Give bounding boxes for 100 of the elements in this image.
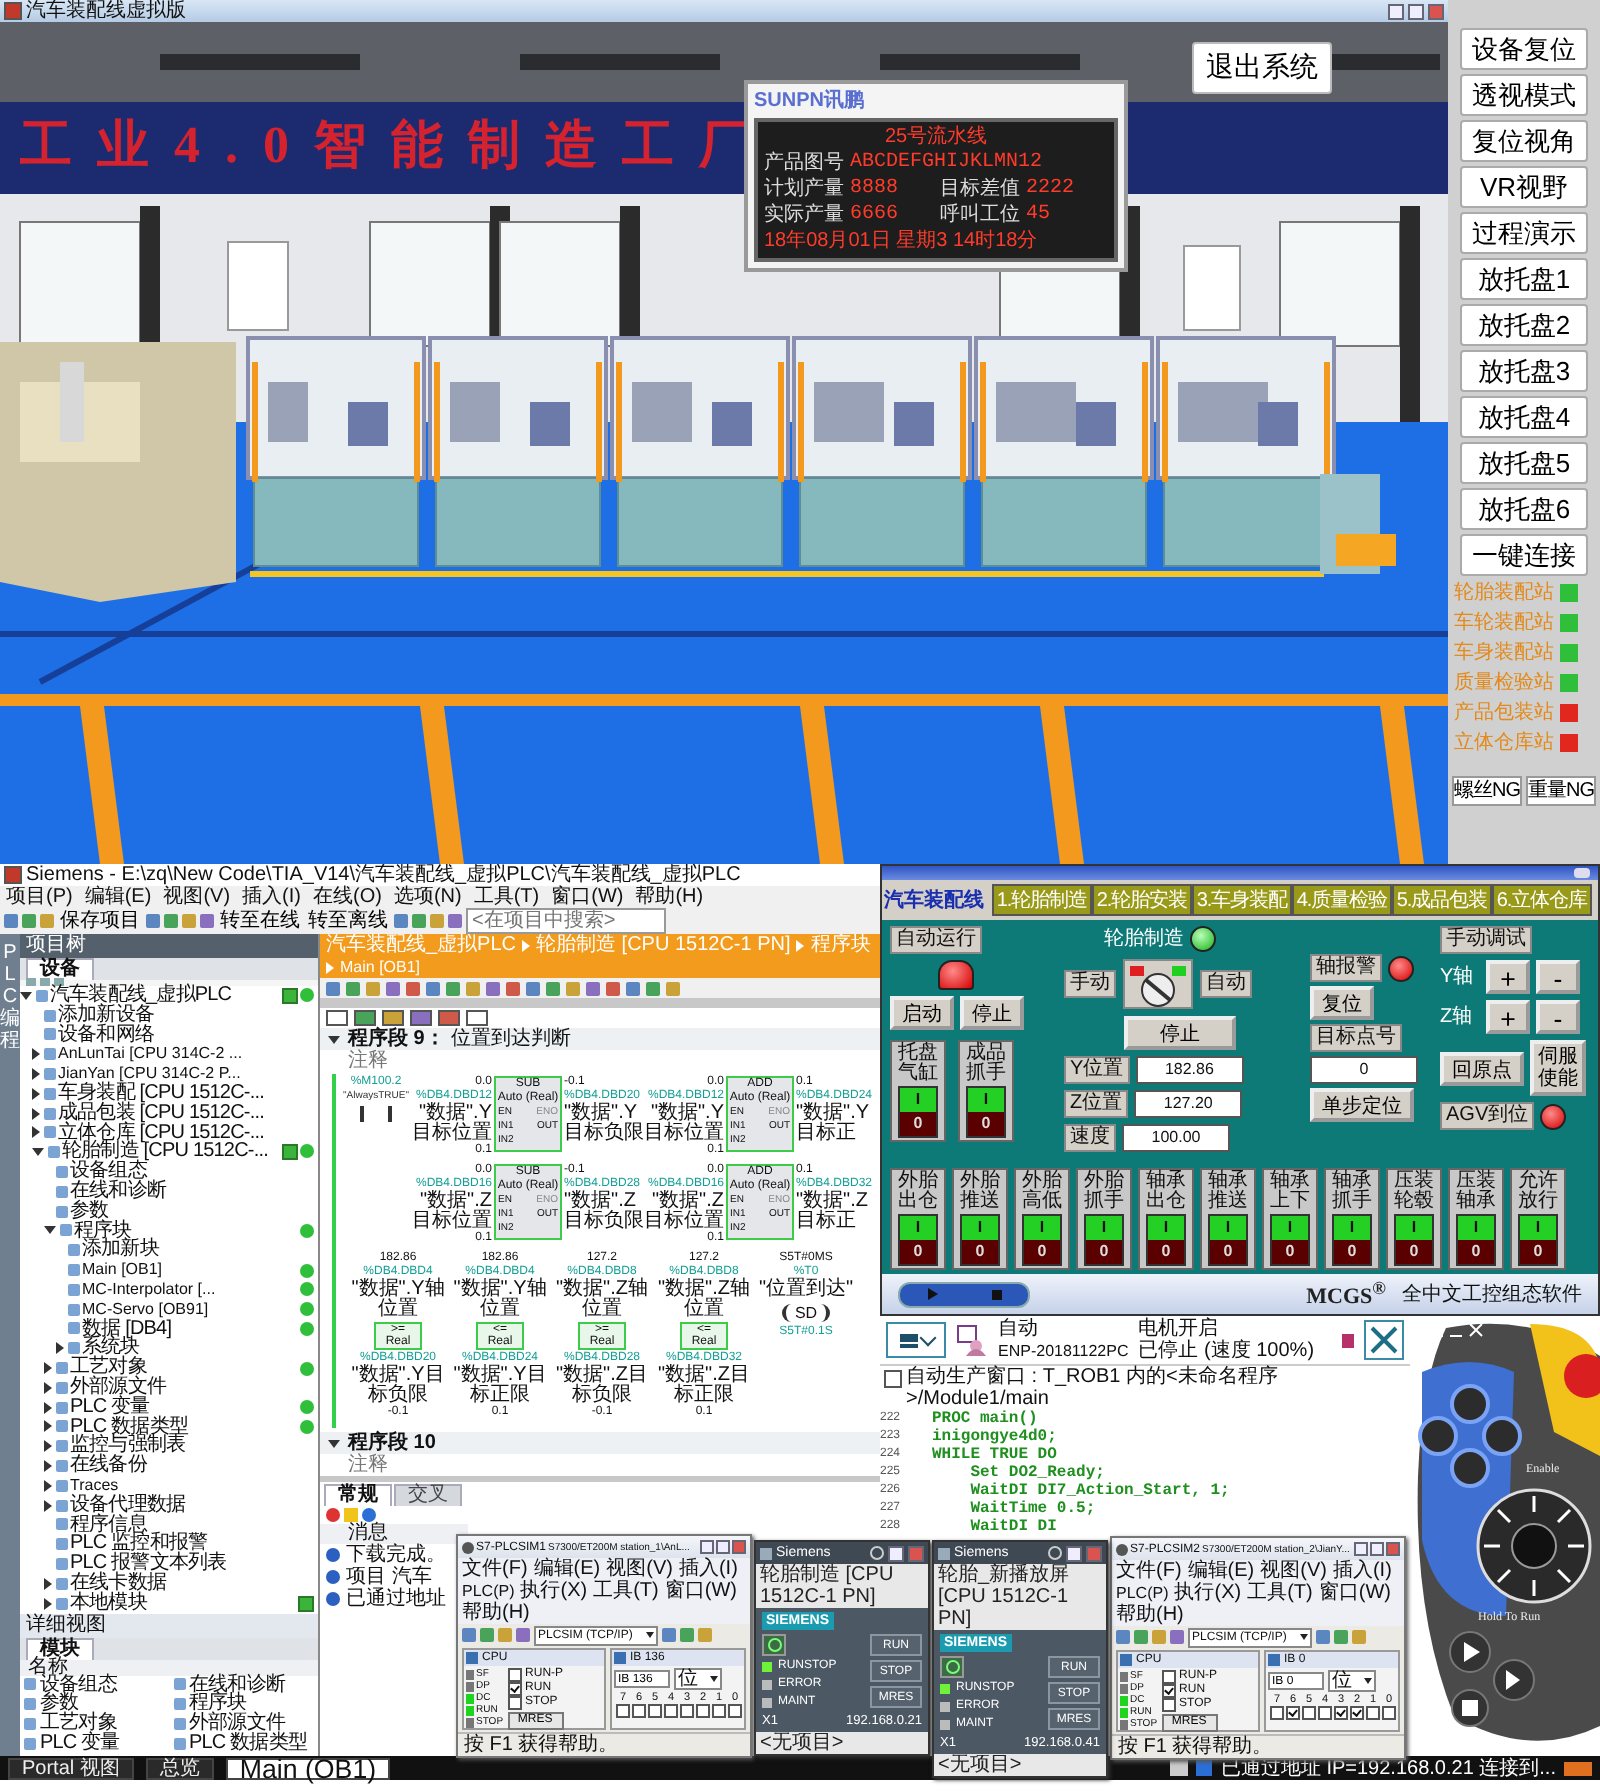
toggle-switch[interactable]: I 0 <box>1084 1214 1124 1266</box>
minimize-icon[interactable] <box>1354 1542 1368 1556</box>
checkbox[interactable] <box>664 1704 678 1718</box>
power-button[interactable] <box>762 1634 786 1656</box>
push-button[interactable]: + <box>1486 960 1530 994</box>
tree-item[interactable]: PLC 变量 <box>70 1397 150 1418</box>
panel-button[interactable]: 过程演示 <box>1460 212 1588 254</box>
checkbox[interactable] <box>1161 1698 1176 1712</box>
close-icon[interactable] <box>1428 3 1444 19</box>
menu-item[interactable]: 项目(P) <box>6 886 73 908</box>
toggle-switch[interactable]: I 0 <box>960 1214 1000 1266</box>
menu-item[interactable]: 执行(X) <box>1174 1582 1242 1604</box>
checkbox[interactable] <box>1334 1706 1348 1720</box>
list-item[interactable]: 工艺对象 <box>40 1714 117 1734</box>
pin-icon[interactable] <box>1048 1546 1062 1560</box>
tab[interactable]: 常规 <box>324 1484 392 1506</box>
play-icon[interactable] <box>927 1288 937 1300</box>
menu-item[interactable]: 文件(F) <box>462 1558 528 1580</box>
menu-item[interactable]: 工具(T) <box>1247 1582 1313 1604</box>
taskbar-button[interactable]: Portal 视图 <box>8 1757 134 1779</box>
menu-item[interactable]: 工具(T) <box>473 886 540 908</box>
menu-item[interactable]: 帮助(H) <box>462 1602 530 1624</box>
tree-item[interactable]: Traces <box>70 1475 119 1496</box>
ng-button[interactable]: 重量NG <box>1526 776 1596 806</box>
list-item[interactable]: 设备组态 <box>40 1675 117 1695</box>
tree-item[interactable]: 成品包装 [CPU 1512C-... <box>58 1103 264 1124</box>
taskbar-button[interactable]: 总览 <box>145 1757 214 1779</box>
checkbox[interactable] <box>507 1696 522 1710</box>
tree-item[interactable]: 车身装配 [CPU 1512C-... <box>58 1083 264 1104</box>
tree-item[interactable]: 设备和网络 <box>58 1025 155 1045</box>
exit-button[interactable]: 退出系统 <box>1192 42 1332 94</box>
checkbox[interactable] <box>728 1704 742 1718</box>
panel-button[interactable]: VR视野 <box>1460 166 1588 208</box>
toggle-switch[interactable]: I 0 <box>966 1086 1006 1138</box>
push-button[interactable]: 单步定位 <box>1310 1088 1414 1122</box>
toolbar-button[interactable]: 转至在线 <box>218 910 302 932</box>
menu-item[interactable]: 窗口(W) <box>1318 1582 1391 1604</box>
tree-item[interactable]: 工艺对象 <box>70 1358 147 1378</box>
tree-item[interactable]: 设备代理数据 <box>70 1495 186 1516</box>
tree-item[interactable]: Main [OB1] <box>82 1260 163 1280</box>
checkbox[interactable] <box>648 1704 662 1718</box>
panel-button[interactable]: 设备复位 <box>1460 28 1588 70</box>
list-item[interactable]: 在线和诊断 <box>189 1675 286 1695</box>
push-button[interactable]: 停止 <box>1124 1016 1236 1050</box>
tree-item[interactable]: 立体仓库 [CPU 1512C-... <box>58 1123 264 1143</box>
minimize-icon[interactable] <box>888 1545 904 1561</box>
menu-item[interactable]: PLC(P) <box>1116 1582 1169 1604</box>
tree-item[interactable]: 本地模块 <box>70 1593 147 1613</box>
close-icon[interactable] <box>1574 868 1590 878</box>
format-dropdown[interactable]: 位 <box>674 1668 722 1690</box>
toggle-switch[interactable]: I 0 <box>1394 1214 1434 1266</box>
tree-item[interactable]: 参数 <box>70 1201 109 1222</box>
menu-item[interactable]: 插入(I) <box>242 886 301 908</box>
maximize-icon[interactable] <box>1408 3 1424 19</box>
menu-button[interactable] <box>886 1322 946 1358</box>
menu-item[interactable]: 在线(O) <box>312 886 382 908</box>
push-button[interactable]: - <box>1536 960 1580 994</box>
minimize-icon[interactable] <box>1066 1545 1082 1561</box>
push-button[interactable]: 启动 <box>890 996 954 1030</box>
panel-button[interactable]: 放托盘5 <box>1460 442 1588 484</box>
menu-item[interactable]: 执行(X) <box>520 1580 588 1602</box>
panel-button[interactable]: 透视模式 <box>1460 74 1588 116</box>
tree-item[interactable]: PLC 数据类型 <box>70 1417 189 1437</box>
tree-item[interactable]: 外部源文件 <box>70 1377 167 1398</box>
tree-item[interactable]: JianYan [CPU 314C-2 P... <box>58 1064 241 1084</box>
tab[interactable]: 设备 <box>26 958 94 980</box>
checkbox[interactable] <box>696 1704 710 1718</box>
panel-button[interactable]: 放托盘2 <box>1460 304 1588 346</box>
toggle-switch[interactable]: I 0 <box>1332 1214 1372 1266</box>
checkbox[interactable] <box>1161 1670 1176 1684</box>
caret-down-icon[interactable] <box>328 1035 340 1043</box>
toolbar-button[interactable]: 保存项目 <box>58 910 142 932</box>
menu-item[interactable]: 视图(V) <box>1260 1560 1327 1582</box>
ng-button[interactable]: 螺丝NG <box>1452 776 1522 806</box>
tree-item[interactable]: 在线卡数据 <box>70 1573 167 1594</box>
push-button[interactable]: - <box>1536 1000 1580 1034</box>
taskbar-button[interactable]: Main (OB1) <box>225 1757 391 1779</box>
push-button[interactable]: 回原点 <box>1440 1051 1524 1085</box>
tree-item[interactable]: 在线备份 <box>70 1456 147 1476</box>
menu-item[interactable]: 窗口(W) <box>664 1580 737 1602</box>
checkbox[interactable] <box>1318 1706 1332 1720</box>
format-dropdown[interactable]: 位 <box>1328 1670 1376 1692</box>
menu-item[interactable]: 编辑(E) <box>533 1558 601 1580</box>
tree-item[interactable]: MC-Interpolator [... <box>82 1279 216 1300</box>
panel-button[interactable]: 放托盘1 <box>1460 258 1588 300</box>
search-field[interactable]: <在项目中搜索> <box>466 908 666 934</box>
checkbox[interactable] <box>1366 1706 1380 1720</box>
checkbox[interactable] <box>616 1704 630 1718</box>
toggle-switch[interactable]: I 0 <box>1146 1214 1186 1266</box>
side-tab[interactable]: PLC 编程 <box>0 934 20 1756</box>
toggle-switch[interactable]: I 0 <box>898 1214 938 1266</box>
menu-item[interactable]: 插入(I) <box>1332 1560 1392 1582</box>
pin-icon[interactable] <box>870 1546 884 1560</box>
panel-button[interactable]: 一键连接 <box>1460 534 1588 576</box>
menu-item[interactable]: 编辑(E) <box>84 886 152 908</box>
menu-item[interactable]: 视图(V) <box>163 886 231 908</box>
checkbox[interactable] <box>507 1668 522 1682</box>
menu-item[interactable]: 编辑(E) <box>1187 1560 1255 1582</box>
checkbox[interactable] <box>1161 1684 1176 1698</box>
toggle-switch[interactable]: I 0 <box>1456 1214 1496 1266</box>
